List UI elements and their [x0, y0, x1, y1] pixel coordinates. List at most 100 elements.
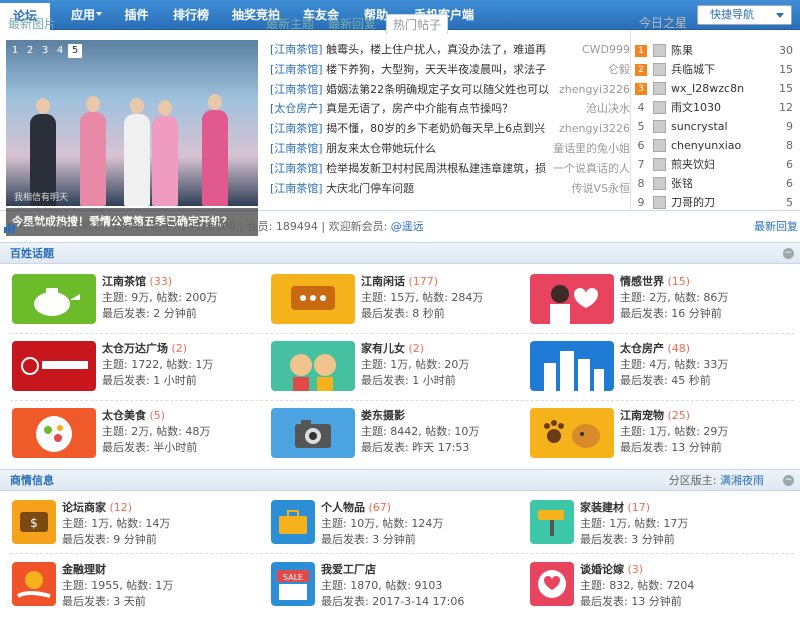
thread-item[interactable]: [江南茶馆] 揭不懂，80岁的乡下老奶奶每天早上6点到兴 zhengyi3226 — [270, 119, 630, 139]
briefcase-icon[interactable] — [271, 500, 315, 544]
avatar[interactable] — [653, 101, 666, 114]
star-item[interactable]: 4 雨文1030 12 — [635, 98, 797, 117]
star-item[interactable]: 3 wx_I28wzc8n 15 — [635, 79, 797, 98]
forum-name[interactable]: 情感世界 — [620, 275, 664, 288]
star-item[interactable]: 7 煎夹饮妇 6 — [635, 155, 797, 174]
children-icon[interactable] — [271, 341, 355, 391]
thread-category[interactable]: [江南茶馆] — [270, 43, 323, 56]
paint-roller-icon[interactable] — [530, 500, 574, 544]
forum-item[interactable]: 江南宠物 (25) 主题: 1万, 帖数: 29万 最后发表: 13 分钟前 — [530, 408, 780, 464]
thread-title[interactable]: 大庆北门停车问题 — [326, 182, 414, 195]
heart-woman-icon[interactable] — [530, 274, 614, 324]
thread-item[interactable]: [江南茶馆] 朋友来太仓带她玩什么 童话里的兔小姐 — [270, 139, 630, 159]
star-item[interactable]: 1 陈果 30 — [635, 41, 797, 60]
forum-last-post[interactable]: 最后发表: 半小时前 — [102, 440, 210, 456]
pet-paw-icon[interactable] — [530, 408, 614, 458]
forum-name[interactable]: 太仓万达广场 — [102, 342, 168, 355]
forum-item[interactable]: 家有儿女 (2) 主题: 1万, 帖数: 20万 最后发表: 1 小时前 — [271, 341, 521, 397]
star-name[interactable]: suncrystal — [671, 117, 728, 136]
moderator-link[interactable]: 满湘夜雨 — [720, 474, 764, 487]
avatar[interactable] — [653, 139, 666, 152]
forum-last-post[interactable]: 最后发表: 9 分钟前 — [62, 532, 170, 548]
nav-plugins[interactable]: 插件 — [114, 0, 159, 30]
star-name[interactable]: chenyunxiao — [671, 136, 741, 155]
forum-item[interactable]: 太仓万达广场 (2) 主题: 1722, 帖数: 1万 最后发表: 1 小时前 — [12, 341, 262, 397]
forum-last-post[interactable]: 最后发表: 45 秒前 — [620, 373, 728, 389]
forum-item[interactable]: 情感世界 (15) 主题: 2万, 帖数: 86万 最后发表: 16 分钟前 — [530, 274, 780, 330]
thread-title[interactable]: 朋友来太仓带她玩什么 — [326, 142, 436, 155]
forum-item[interactable]: 谈婚论嫁 (3) 主题: 832, 帖数: 7204 最后发表: 13 分钟前 — [530, 562, 780, 612]
thread-title[interactable]: 婚姻法第22条明确规定子女可以随父姓也可以 — [326, 83, 549, 96]
sale-shop-icon[interactable]: SALE — [271, 562, 315, 606]
teapot-icon[interactable] — [12, 274, 96, 324]
thread-category[interactable]: [江南茶馆] — [270, 122, 323, 135]
forum-item[interactable]: 个人物品 (67) 主题: 10万, 帖数: 124万 最后发表: 3 分钟前 — [271, 500, 521, 550]
food-plate-icon[interactable] — [12, 408, 96, 458]
thread-author[interactable]: zhengyi3226 — [559, 119, 630, 139]
collapse-icon[interactable]: − — [783, 475, 794, 486]
thread-author[interactable]: zhengyi3226 — [559, 80, 630, 100]
thread-title[interactable]: 触霉头，楼上住户扰人，真没办法了，难道再 — [326, 43, 546, 56]
slide-image[interactable]: 12345 我相信有明天 — [6, 40, 258, 206]
newest-member-link[interactable]: @遥远 — [391, 220, 424, 233]
forum-last-post[interactable]: 最后发表: 3 天前 — [62, 594, 173, 610]
forum-last-post[interactable]: 最后发表: 13 分钟前 — [620, 440, 728, 456]
forum-item[interactable]: 家装建材 (17) 主题: 1万, 帖数: 17万 最后发表: 3 分钟前 — [530, 500, 780, 550]
thread-author[interactable]: 一个说真话的人 — [553, 159, 630, 179]
thread-category[interactable]: [江南茶馆] — [270, 83, 323, 96]
collapse-icon[interactable]: − — [783, 248, 794, 259]
slide-dot[interactable]: 3 — [38, 44, 52, 58]
chat-bubble-icon[interactable] — [271, 274, 355, 324]
forum-last-post[interactable]: 最后发表: 13 分钟前 — [580, 594, 694, 610]
thread-title[interactable]: 揭不懂，80岁的乡下老奶奶每天早上6点到兴 — [326, 122, 545, 135]
forum-item[interactable]: $ 论坛商家 (12) 主题: 1万, 帖数: 14万 最后发表: 9 分钟前 — [12, 500, 262, 550]
forum-name[interactable]: 江南宠物 — [620, 409, 664, 422]
forum-last-post[interactable]: 最后发表: 16 分钟前 — [620, 306, 728, 322]
thread-title[interactable]: 楼下养狗，大型狗，天天半夜凌晨叫，求法子 — [326, 63, 546, 76]
forum-name[interactable]: 金融理财 — [62, 563, 106, 576]
forum-name[interactable]: 太仓美食 — [102, 409, 146, 422]
thread-item[interactable]: [江南茶馆] 检举揭发新卫村村民周洪根私建违章建筑，损 一个说真话的人 — [270, 159, 630, 179]
tab-latest-replies[interactable]: 最新回复 — [328, 14, 376, 34]
forum-last-post[interactable]: 最后发表: 1 小时前 — [102, 373, 213, 389]
forum-name[interactable]: 娄东摄影 — [361, 409, 405, 422]
star-name[interactable]: 张铭 — [671, 174, 693, 193]
forum-item[interactable]: 太仓美食 (5) 主题: 2万, 帖数: 48万 最后发表: 半小时前 — [12, 408, 262, 464]
star-item[interactable]: 9 刀哥的刀 5 — [635, 193, 797, 212]
avatar[interactable] — [653, 63, 666, 76]
forum-name[interactable]: 我爱工厂店 — [321, 563, 376, 576]
latest-replies-link[interactable]: 最新回复 — [754, 218, 798, 236]
forum-item[interactable]: 江南闲话 (177) 主题: 15万, 帖数: 284万 最后发表: 8 秒前 — [271, 274, 521, 330]
forum-name[interactable]: 家装建材 — [580, 501, 624, 514]
thread-category[interactable]: [江南茶馆] — [270, 162, 323, 175]
thread-author[interactable]: CWD999 — [582, 40, 630, 60]
thread-title[interactable]: 真是无语了，房产中介能有点节操吗？ — [326, 102, 513, 115]
slideshow[interactable]: 12345 我相信有明天 今星就成热搜！爱情公寓第五季已确定开机？ — [6, 40, 258, 236]
forum-name[interactable]: 太仓房产 — [620, 342, 664, 355]
tab-latest-threads[interactable]: 最新主题 — [266, 14, 314, 34]
forum-last-post[interactable]: 最后发表: 2017-3-14 17:06 — [321, 594, 464, 610]
avatar[interactable] — [653, 158, 666, 171]
avatar[interactable] — [653, 44, 666, 57]
forum-last-post[interactable]: 最后发表: 3 分钟前 — [321, 532, 443, 548]
quick-nav-dropdown[interactable]: 快捷导航 — [697, 5, 792, 25]
forum-name[interactable]: 江南闲话 — [361, 275, 405, 288]
star-item[interactable]: 5 suncrystal 9 — [635, 117, 797, 136]
thread-author[interactable]: 传说VS永恒 — [571, 179, 630, 199]
forum-last-post[interactable]: 最后发表: 3 分钟前 — [580, 532, 688, 548]
heart-icon[interactable] — [530, 562, 574, 606]
star-name[interactable]: 兵临城下 — [671, 60, 715, 79]
thread-item[interactable]: [江南茶馆] 婚姻法第22条明确规定子女可以随父姓也可以 zhengyi3226 — [270, 80, 630, 100]
thread-item[interactable]: [江南茶馆] 楼下养狗，大型狗，天天半夜凌晨叫，求法子 仑毅 — [270, 60, 630, 80]
section-title[interactable]: 商情信息 — [10, 470, 54, 492]
thread-title[interactable]: 检举揭发新卫村村民周洪根私建违章建筑，损 — [326, 162, 546, 175]
thread-item[interactable]: [江南茶馆] 大庆北门停车问题 传说VS永恒 — [270, 179, 630, 199]
forum-name[interactable]: 谈婚论嫁 — [580, 563, 624, 576]
tab-hot-threads[interactable]: 热门帖子 — [386, 14, 449, 34]
nav-ranking[interactable]: 排行榜 — [166, 0, 216, 30]
star-name[interactable]: 雨文1030 — [671, 98, 721, 117]
thread-category[interactable]: [江南茶馆] — [270, 63, 323, 76]
section-title[interactable]: 百姓话题 — [10, 243, 54, 265]
thread-category[interactable]: [江南茶馆] — [270, 142, 323, 155]
thread-category[interactable]: [太仓房产] — [270, 102, 323, 115]
